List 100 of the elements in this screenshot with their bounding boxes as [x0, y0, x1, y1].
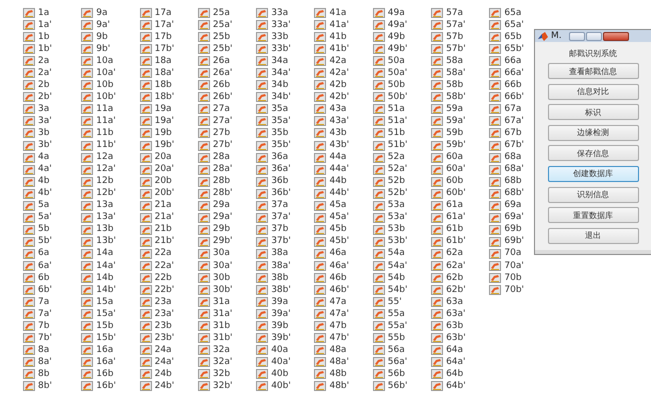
file-name[interactable]: 68a' — [504, 164, 524, 176]
file-name[interactable]: 12a — [96, 152, 114, 164]
file-name[interactable]: 9b — [96, 32, 108, 43]
file-name[interactable]: 57a' — [446, 20, 466, 31]
file-name[interactable]: 40b' — [271, 380, 291, 392]
file-name[interactable]: 38a' — [271, 260, 291, 272]
file-name[interactable]: 34a' — [271, 68, 291, 79]
file-name[interactable]: 44a' — [329, 164, 349, 176]
file-name[interactable]: 70b — [504, 272, 522, 284]
file-name[interactable]: 38a — [271, 248, 288, 260]
file-name[interactable]: 64b — [446, 368, 464, 380]
file-name[interactable]: 18a' — [154, 68, 174, 79]
file-name[interactable]: 30a — [212, 248, 230, 260]
file-name[interactable]: 8a' — [38, 356, 52, 368]
file-name[interactable]: 4b — [38, 176, 50, 188]
file-name[interactable]: 13a — [96, 200, 114, 212]
file-name[interactable]: 37a — [271, 200, 288, 212]
file-name[interactable]: 30a' — [212, 260, 232, 272]
file-name[interactable]: 24b — [154, 368, 172, 380]
menu-button[interactable]: 识别信息 — [548, 186, 638, 203]
file-name[interactable]: 19b' — [154, 140, 174, 152]
file-name[interactable]: 10a' — [96, 68, 116, 79]
file-name[interactable]: 29b — [212, 224, 230, 236]
file-name[interactable]: 18a — [154, 56, 172, 67]
file-name[interactable]: 26a — [212, 56, 230, 67]
file-name[interactable]: 18b — [154, 80, 172, 91]
file-name[interactable]: 15b' — [96, 332, 116, 344]
file-name[interactable]: 38b' — [271, 284, 291, 296]
file-name[interactable]: 21b — [154, 224, 172, 236]
file-name[interactable]: 45a — [329, 200, 346, 212]
file-name[interactable]: 62b — [446, 272, 464, 284]
file-name[interactable]: 46b' — [329, 284, 350, 296]
file-name[interactable]: 54b' — [388, 284, 408, 296]
file-name[interactable]: 58a' — [446, 68, 466, 79]
file-name[interactable]: 13b' — [96, 236, 116, 248]
file-name[interactable]: 40a — [271, 344, 288, 356]
file-name[interactable]: 51a' — [388, 116, 408, 127]
file-name[interactable]: 9a' — [96, 20, 110, 31]
file-name[interactable]: 66a — [504, 56, 522, 67]
file-name[interactable]: 64a' — [446, 356, 466, 368]
file-name[interactable]: 42b' — [329, 92, 350, 103]
file-name[interactable]: 14b — [96, 272, 114, 284]
file-name[interactable]: 60a' — [446, 164, 466, 176]
file-name[interactable]: 10b' — [96, 92, 116, 103]
file-name[interactable]: 28b' — [212, 188, 233, 200]
file-name[interactable]: 17b' — [154, 44, 174, 55]
file-name[interactable]: 37b — [271, 224, 288, 236]
file-name[interactable]: 37b' — [271, 236, 291, 248]
file-name[interactable]: 70b' — [504, 284, 524, 296]
file-name[interactable]: 4b' — [38, 188, 52, 200]
file-name[interactable]: 9b' — [96, 44, 110, 55]
file-name[interactable]: 17a — [154, 8, 172, 19]
file-name[interactable]: 65b — [504, 32, 522, 43]
file-name[interactable]: 50b' — [388, 92, 408, 103]
file-name[interactable]: 1b' — [38, 44, 52, 55]
file-name[interactable]: 66a' — [504, 68, 524, 79]
file-name[interactable]: 59b — [446, 128, 464, 139]
file-name[interactable]: 58b' — [446, 92, 466, 103]
file-name[interactable]: 20b' — [154, 188, 174, 200]
file-name[interactable]: 12b — [96, 176, 114, 188]
file-name[interactable]: 34b — [271, 80, 288, 91]
file-name[interactable]: 69b' — [504, 236, 524, 248]
file-name[interactable]: 19a — [154, 104, 172, 115]
file-name[interactable]: 26a' — [212, 68, 232, 79]
file-name[interactable]: 28a — [212, 152, 230, 164]
menu-button[interactable]: 重置数据库 — [548, 207, 638, 224]
file-name[interactable]: 63a — [446, 296, 464, 308]
file-name[interactable]: 52a' — [388, 164, 408, 176]
file-name[interactable]: 61a' — [446, 212, 466, 224]
file-name[interactable]: 46b — [329, 272, 347, 284]
file-name[interactable]: 62a' — [446, 260, 466, 272]
file-name[interactable]: 28a' — [212, 164, 232, 176]
file-name[interactable]: 12b' — [96, 188, 116, 200]
file-name[interactable]: 29b' — [212, 236, 233, 248]
file-name[interactable]: 67a — [504, 104, 522, 115]
file-name[interactable]: 51b — [388, 128, 405, 139]
file-name[interactable]: 19b — [154, 128, 172, 139]
file-name[interactable]: 66b — [504, 80, 522, 91]
file-name[interactable]: 5b — [38, 224, 50, 236]
file-name[interactable]: 48b — [329, 368, 347, 380]
file-name[interactable]: 27a — [212, 104, 230, 115]
file-name[interactable]: 39b — [271, 320, 288, 332]
file-name[interactable]: 61b' — [446, 236, 466, 248]
file-name[interactable]: 16b' — [96, 380, 116, 392]
file-name[interactable]: 56a' — [388, 356, 408, 368]
file-name[interactable]: 23b — [154, 320, 172, 332]
file-name[interactable]: 14a' — [96, 260, 116, 272]
file-name[interactable]: 21b' — [154, 236, 174, 248]
file-name[interactable]: 55a' — [388, 320, 408, 332]
file-name[interactable]: 70a — [504, 248, 522, 260]
file-name[interactable]: 4a — [38, 152, 50, 164]
file-name[interactable]: 57b' — [446, 44, 466, 55]
file-name[interactable]: 68a — [504, 152, 522, 164]
file-name[interactable]: 5a' — [38, 212, 52, 224]
file-name[interactable]: 35b — [271, 128, 288, 139]
file-name[interactable]: 32a — [212, 344, 230, 356]
file-name[interactable]: 3a — [38, 104, 50, 115]
file-name[interactable]: 50a — [388, 56, 405, 67]
file-name[interactable]: 42b — [329, 80, 347, 91]
file-name[interactable]: 44a — [329, 152, 346, 164]
